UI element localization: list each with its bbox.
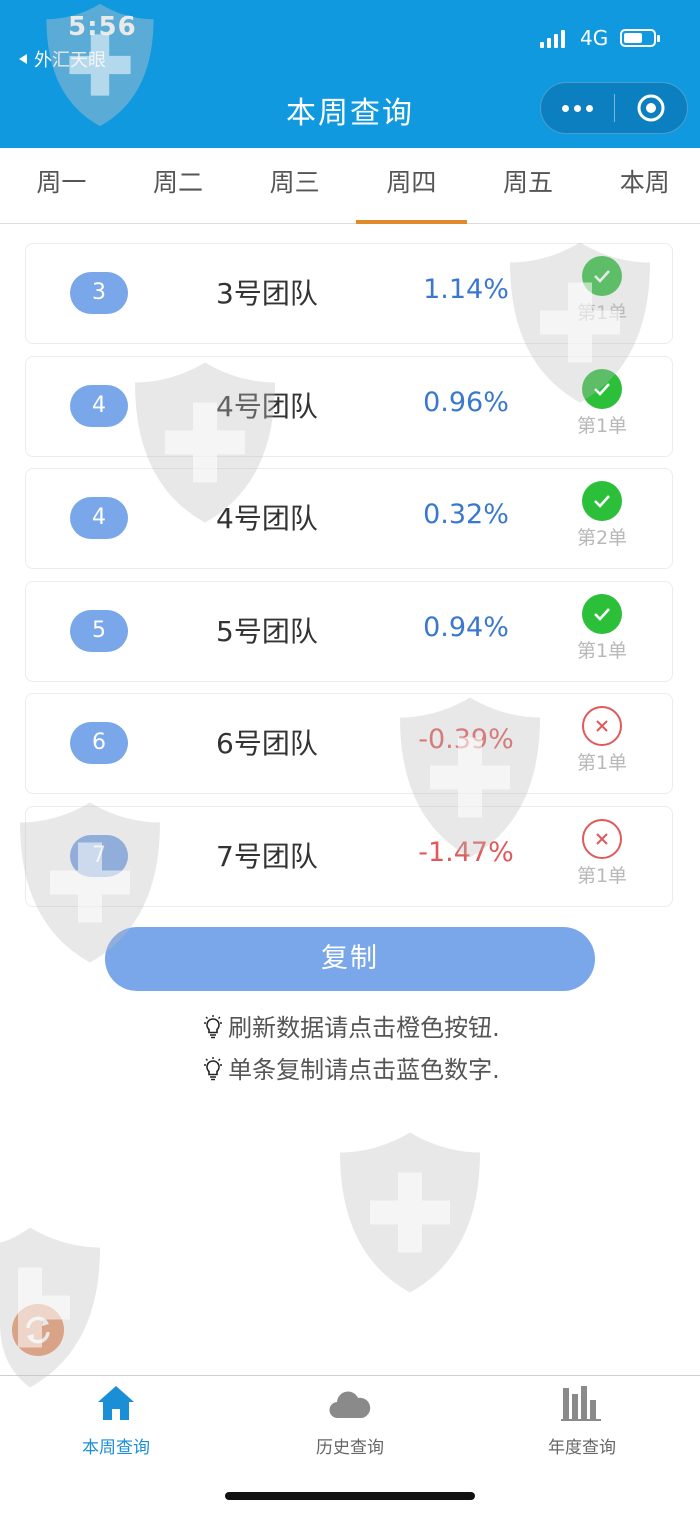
watermark-shield-icon (340, 1132, 480, 1293)
rank-badge: 4 (70, 384, 128, 427)
home-indicator (225, 1492, 475, 1500)
back-to-app-link[interactable]: 外汇天眼 (18, 46, 106, 72)
check-circle-icon (582, 593, 622, 634)
team-name: 7号团队 (216, 839, 318, 873)
watermark-shield-icon (0, 1227, 100, 1388)
nav-annual[interactable]: 年度查询 (502, 1384, 662, 1458)
target-circle-icon (637, 94, 665, 122)
return-percent[interactable]: -0.39% (356, 724, 576, 755)
copy-tip: 单条复制请点击蓝色数字. (0, 1050, 700, 1088)
order-status: 第1单 (566, 593, 638, 663)
return-percent[interactable]: 0.94% (356, 612, 576, 643)
team-row: 7 7号团队 -1.47% 第1单 (25, 805, 673, 907)
rank-badge: 3 (70, 272, 128, 314)
order-status: 第1单 (566, 818, 638, 888)
team-name: 3号团队 (216, 277, 318, 310)
weekday-tabs: 周一 周二 周三 周四 周五 本周 (0, 148, 700, 224)
rank-badge: 7 (70, 834, 128, 877)
check-circle-icon (582, 481, 622, 521)
cloud-icon (329, 1391, 371, 1419)
nav-label-this-week: 本周查询 (82, 1438, 150, 1458)
lightbulb-icon (200, 1056, 226, 1088)
tab-3[interactable]: 周三 (239, 148, 350, 223)
network-label: 4G (580, 26, 609, 50)
rank-badge: 6 (70, 722, 128, 764)
tab-6[interactable]: 本周 (589, 148, 700, 223)
tab-1[interactable]: 周一 (6, 148, 117, 223)
lightbulb-icon (200, 1014, 226, 1046)
nav-this-week[interactable]: 本周查询 (36, 1384, 196, 1458)
rank-badge: 4 (70, 497, 128, 539)
return-percent[interactable]: -1.47% (356, 837, 576, 868)
return-percent[interactable]: 0.96% (356, 387, 576, 418)
order-status: 第2单 (566, 481, 638, 550)
more-button[interactable] (541, 83, 614, 133)
team-row: 4 4号团队 0.32% 第2单 (25, 468, 673, 569)
back-triangle-icon (18, 49, 28, 70)
copy-button[interactable]: 复制 (105, 927, 595, 991)
refresh-button[interactable] (12, 1304, 64, 1356)
team-name: 6号团队 (216, 727, 318, 760)
bar-chart-icon (561, 1386, 601, 1421)
team-row: 4 4号团队 0.96% 第1单 (25, 355, 673, 457)
tab-4[interactable]: 周四 (356, 148, 467, 224)
battery-icon (620, 29, 660, 47)
order-label: 第1单 (576, 414, 628, 437)
return-percent[interactable]: 1.14% (356, 274, 576, 305)
order-label: 第1单 (576, 864, 628, 887)
more-dots-icon (561, 104, 593, 112)
order-status: 第1单 (566, 256, 638, 325)
copy-tip-text: 单条复制请点击蓝色数字. (228, 1056, 500, 1084)
rank-badge: 5 (70, 609, 128, 652)
team-name: 4号团队 (216, 502, 318, 535)
back-app-name: 外汇天眼 (34, 50, 106, 71)
signal-icon (540, 30, 565, 48)
team-name: 4号团队 (216, 389, 318, 423)
status-time: 5:56 (68, 12, 137, 42)
team-row: 6 6号团队 -0.39% 第1单 (25, 693, 673, 794)
check-circle-icon (582, 256, 622, 296)
x-circle-icon (582, 818, 622, 859)
order-status: 第1单 (566, 706, 638, 775)
team-row: 5 5号团队 0.94% 第1单 (25, 580, 673, 682)
order-label: 第2单 (576, 527, 628, 549)
order-label: 第1单 (576, 752, 628, 774)
team-name: 5号团队 (216, 614, 318, 648)
nav-label-annual: 年度查询 (548, 1438, 616, 1458)
x-circle-icon (582, 706, 622, 746)
tab-5[interactable]: 周五 (473, 148, 584, 223)
refresh-icon (26, 1316, 50, 1344)
miniprogram-capsule (540, 82, 688, 134)
refresh-tip-text: 刷新数据请点击橙色按钮. (228, 1014, 500, 1042)
order-label: 第1单 (576, 639, 628, 662)
nav-history[interactable]: 历史查询 (270, 1384, 430, 1458)
nav-label-history: 历史查询 (316, 1438, 384, 1458)
home-icon (98, 1386, 134, 1420)
refresh-tip: 刷新数据请点击橙色按钮. (0, 1008, 700, 1046)
order-status: 第1单 (566, 368, 638, 438)
close-miniprogram-button[interactable] (615, 83, 688, 133)
check-circle-icon (582, 368, 622, 409)
order-label: 第1单 (576, 302, 628, 324)
tab-2[interactable]: 周二 (123, 148, 234, 223)
team-row: 3 3号团队 1.14% 第1单 (25, 243, 673, 344)
app-header: 5:56 外汇天眼 4G 本周查询 (0, 0, 700, 148)
team-result-list: 3 3号团队 1.14% 第1单 4 4号团队 0.96% 第1单 4 4号团队 0.32% 第2单 5… (25, 243, 673, 918)
return-percent[interactable]: 0.32% (356, 499, 576, 530)
